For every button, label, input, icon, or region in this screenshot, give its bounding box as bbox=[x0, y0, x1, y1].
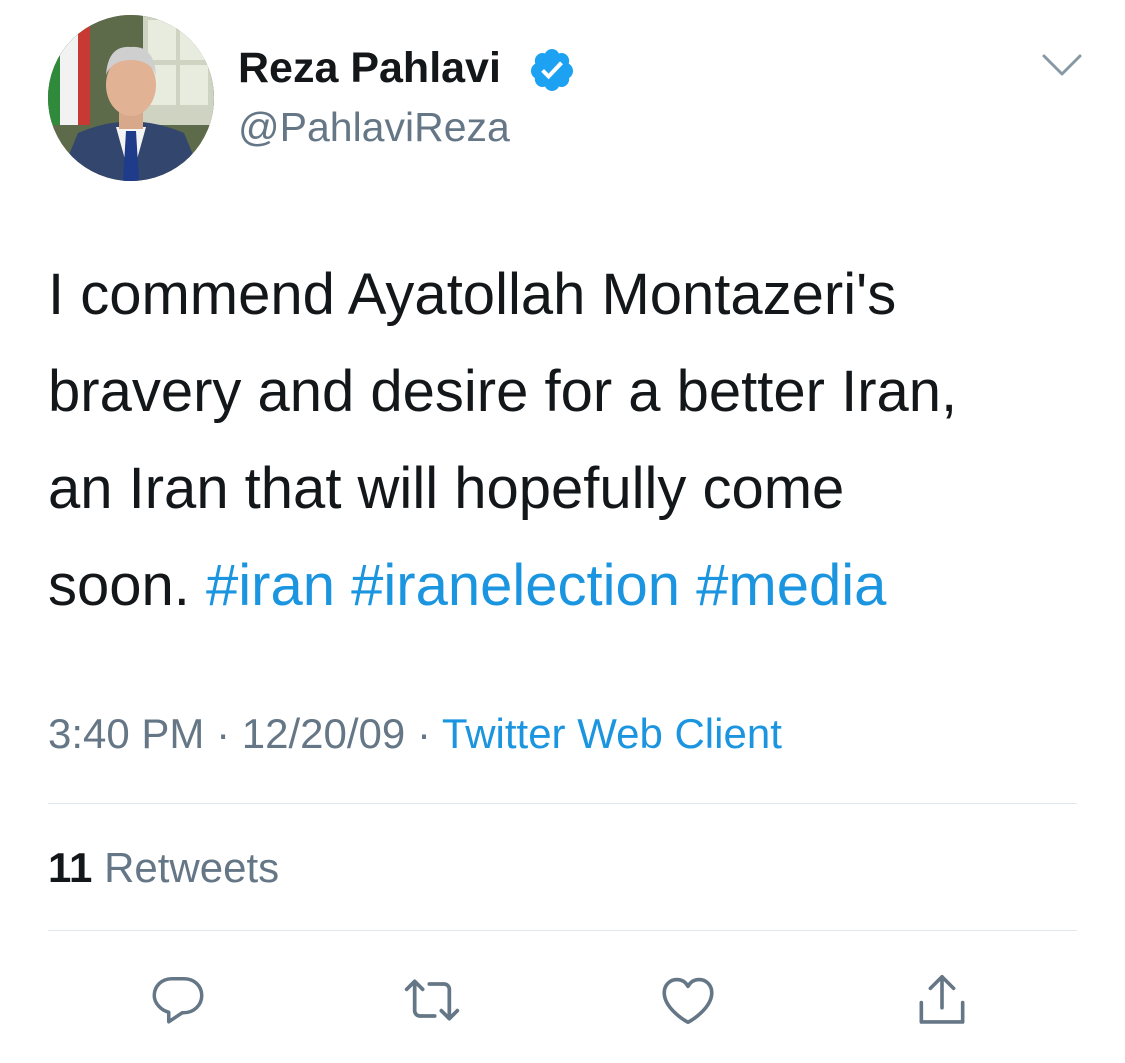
author-avatar[interactable] bbox=[48, 15, 214, 181]
tweet-text-line-2: bravery and desire for a better Iran, bbox=[48, 359, 958, 424]
verified-badge-icon bbox=[530, 49, 573, 91]
hashtag-iran[interactable]: #iran bbox=[206, 553, 335, 618]
reply-button[interactable] bbox=[142, 964, 214, 1036]
hashtag-iranelection[interactable]: #iranelection bbox=[351, 553, 680, 618]
hashtag-media[interactable]: #media bbox=[696, 553, 886, 618]
tweet-text: I commend Ayatollah Montazeri's bravery … bbox=[48, 246, 1088, 634]
divider bbox=[48, 803, 1077, 804]
retweet-stats[interactable]: 11 Retweets bbox=[48, 840, 279, 896]
tweet-date: 12/20/09 bbox=[241, 710, 406, 757]
tweet-source-link[interactable]: Twitter Web Client bbox=[442, 710, 782, 757]
avatar-image bbox=[48, 15, 214, 181]
divider bbox=[48, 930, 1077, 931]
retweet-label: Retweets bbox=[104, 844, 280, 891]
share-icon bbox=[919, 974, 965, 1024]
meta-separator: · bbox=[416, 710, 431, 757]
retweet-count: 11 bbox=[48, 844, 93, 891]
retweet-icon bbox=[404, 979, 460, 1021]
tweet-text-line-1: I commend Ayatollah Montazeri's bbox=[48, 262, 897, 327]
tweet-meta: 3:40 PM · 12/20/09 · Twitter Web Client bbox=[48, 706, 782, 762]
author-handle[interactable]: @PahlaviReza bbox=[238, 102, 510, 152]
chevron-down-icon[interactable] bbox=[1040, 50, 1084, 80]
share-button[interactable] bbox=[906, 964, 978, 1036]
tweet-text-line-3: an Iran that will hopefully come bbox=[48, 456, 845, 521]
author-display-name[interactable]: Reza Pahlavi bbox=[238, 42, 501, 94]
tweet-text-line-4: soon. #iran #iranelection #media bbox=[48, 537, 1088, 634]
like-button[interactable] bbox=[652, 964, 724, 1036]
retweet-button[interactable] bbox=[396, 964, 468, 1036]
reply-icon bbox=[152, 977, 204, 1024]
tweet-text-end: soon. bbox=[48, 553, 190, 618]
meta-separator: · bbox=[216, 710, 231, 757]
tweet-time: 3:40 PM bbox=[48, 710, 205, 757]
heart-icon bbox=[662, 977, 714, 1025]
